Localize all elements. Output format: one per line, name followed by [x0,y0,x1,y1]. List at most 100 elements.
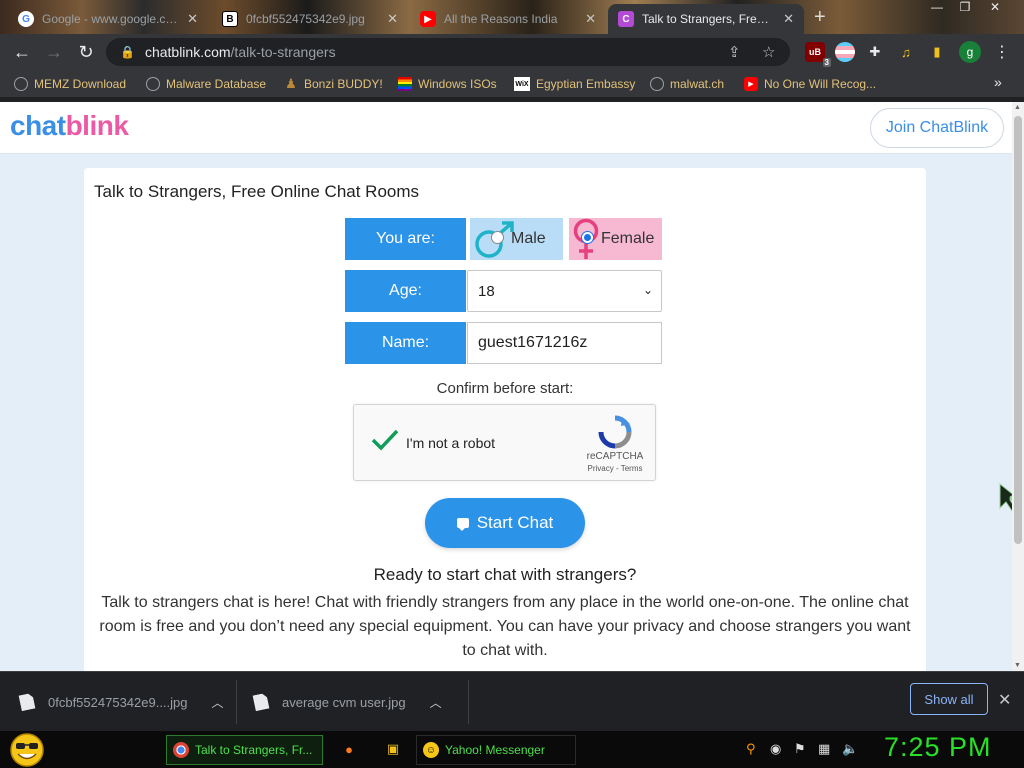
volume-icon[interactable]: 🔈 [842,741,858,757]
name-label: Name: [345,322,466,364]
reload-icon[interactable]: ↻ [74,40,98,64]
side-panel-icon[interactable]: ▮ [927,42,947,62]
taskbar-item-label: Yahoo! Messenger [445,743,545,757]
page-title: Talk to Strangers, Free Online Chat Room… [94,182,420,201]
folder-icon[interactable]: ▣ [384,740,402,758]
recaptcha-logo-icon [598,415,632,449]
female-radio[interactable] [581,231,594,244]
scroll-down-icon[interactable]: ▼ [1014,662,1021,669]
tab-youtube[interactable]: ▶ All the Reasons India ✕ [410,4,606,34]
taskbar-item-yahoo-messenger[interactable]: ☺ Yahoo! Messenger [416,735,576,765]
restore-icon[interactable]: ❐ [952,0,978,18]
search-icon[interactable]: ⚲ [746,741,756,757]
flag-icon[interactable]: ⚑ [794,741,806,757]
page-scrollbar[interactable]: ▲ ▼ [1012,102,1024,671]
media-control-icon[interactable]: ♫ [896,42,916,62]
ublock-icon[interactable]: uB 3 [805,42,831,67]
share-icon[interactable]: ⇪ [728,38,741,66]
show-all-button[interactable]: Show all [910,683,988,715]
network-icon[interactable]: ▦ [818,741,830,757]
bookmark-malwatch[interactable]: malwat.ch [650,74,724,94]
close-tab-icon[interactable]: ✕ [187,11,198,27]
bookmarks-bar: MEMZ Download Malware Database ♟ Bonzi B… [0,70,1024,98]
wix-icon: WiX [514,77,530,91]
chevron-up-icon[interactable]: ︿ [212,694,224,711]
confirm-text: Confirm before start: [436,380,574,397]
tab-chatblink[interactable]: C Talk to Strangers, Free Online Chat Ro… [608,4,804,34]
download-filename: 0fcbf552475342e9....jpg [48,694,188,710]
bookmark-label: No One Will Recog... [764,77,877,91]
download-item[interactable]: 0fcbf552475342e9....jpg ︿ [20,672,224,732]
download-item[interactable]: average cvm user.jpg ︿ [254,672,442,732]
bookmark-windows-isos[interactable]: Windows ISOs [398,74,497,94]
join-chatblink-button[interactable]: Join ChatBlink [870,108,1004,148]
browser-tab-strip: G Google - www.google.com ✕ B 0fcbf55247… [0,0,1024,34]
bookmark-label: Windows ISOs [418,77,497,91]
bookmark-bonzi[interactable]: ♟ Bonzi BUDDY! [284,74,383,94]
close-tab-icon[interactable]: ✕ [783,11,794,27]
chatblink-icon: C [618,11,634,27]
tab-title: 0fcbf552475342e9.jpg [246,12,365,26]
male-label: Male [511,230,546,247]
bookmark-memz[interactable]: MEMZ Download [14,74,126,94]
file-icon [252,693,269,712]
gender-option-male[interactable]: Male [470,218,563,260]
firefox-icon[interactable]: ● [340,740,358,758]
chevron-up-icon[interactable]: ︿ [430,694,442,711]
smiley-start-icon[interactable] [8,732,46,768]
chevron-down-icon: ⌄ [642,283,653,297]
extensions-puzzle-icon[interactable]: ✚ [865,42,885,62]
youtube-icon: ▶ [744,77,758,91]
bookmark-star-icon[interactable]: ☆ [762,38,775,66]
forward-icon[interactable]: → [42,40,66,64]
female-label: Female [601,230,655,247]
bookmark-malware-db[interactable]: Malware Database [146,74,266,94]
more-bookmarks-icon[interactable]: » [994,74,1002,90]
profile-avatar[interactable]: g [959,41,981,63]
bookmark-egyptian-embassy[interactable]: WiX Egyptian Embassy [514,74,635,94]
tab-google[interactable]: G Google - www.google.com ✕ [8,4,208,34]
menu-kebab-icon[interactable]: ⋮ [994,42,1010,62]
close-tab-icon[interactable]: ✕ [585,11,596,27]
close-shelf-icon[interactable]: ✕ [998,690,1011,710]
new-tab-icon[interactable]: + [814,6,826,29]
start-chat-button[interactable]: Start Chat [425,498,585,548]
taskbar-item-chrome[interactable]: Talk to Strangers, Fr... [166,735,323,765]
recaptcha-privacy-terms[interactable]: Privacy - Terms [574,464,656,473]
bookmark-youtube[interactable]: ▶ No One Will Recog... [744,74,876,94]
taskbar-item-label: Talk to Strangers, Fr... [195,743,313,757]
minimize-icon[interactable]: — [924,0,950,18]
intro-paragraph: Talk to strangers chat is here! Chat wit… [99,594,911,659]
address-bar[interactable]: 🔒 chatblink.com/talk-to-strangers ⇪ ☆ [106,38,790,66]
chat-bubble-icon [456,518,469,531]
checkmark-icon[interactable] [370,425,400,455]
recaptcha-label: I'm not a robot [406,435,496,451]
browser-toolbar: ← → ↻ 🔒 chatblink.com/talk-to-strangers … [0,34,1024,70]
taskbar-clock[interactable]: 7:25 PM [884,732,992,763]
name-input[interactable] [467,322,662,364]
mouse-cursor-icon [999,482,1012,512]
gender-option-female[interactable]: Female [569,218,662,260]
scrollbar-thumb[interactable] [1014,116,1022,544]
yahoo-messenger-icon: ☺ [423,742,439,758]
chatblink-logo[interactable]: chatblink [10,110,129,142]
windows-icon [398,77,412,91]
download-shelf: 0fcbf552475342e9....jpg ︿ average cvm us… [0,671,1024,731]
tab-image[interactable]: B 0fcbf552475342e9.jpg ✕ [212,4,408,34]
close-tab-icon[interactable]: ✕ [387,11,398,27]
age-select[interactable]: 18 ⌄ [467,270,662,312]
lock-icon: 🔒 [120,45,135,59]
tray-status-icon[interactable]: ◉ [770,741,781,757]
window-close-icon[interactable]: ✕ [982,0,1008,18]
scroll-up-icon[interactable]: ▲ [1014,104,1021,111]
address-url: chatblink.com/talk-to-strangers [144,44,336,60]
bonzi-icon: ♟ [285,76,297,91]
male-radio[interactable] [491,231,504,244]
chrome-icon [173,742,189,758]
recaptcha-widget: I'm not a robot reCAPTCHA Privacy - Term… [353,404,656,481]
back-icon[interactable]: ← [10,40,34,64]
globe-icon [650,77,664,91]
ready-heading: Ready to start chat with strangers? [373,565,637,584]
pride-flag-extension-icon[interactable] [835,42,855,62]
bookmark-label: Bonzi BUDDY! [304,77,383,91]
